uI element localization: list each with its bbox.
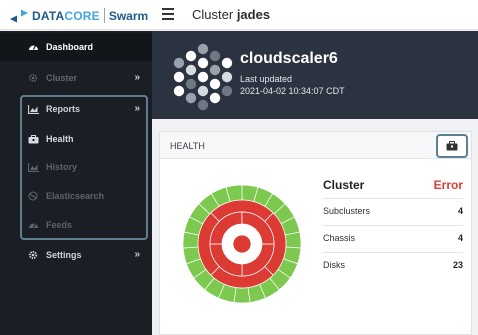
divider (323, 198, 463, 199)
cluster-node-dot (197, 85, 209, 97)
brand-name-data: DATA (32, 8, 65, 23)
page-title-cluster-name: jades (236, 7, 271, 22)
cluster-label: Cluster (323, 178, 365, 192)
cluster-node-dot (221, 71, 233, 83)
stat-label: Subclusters (323, 206, 371, 216)
sidebar-item-label: Cluster (46, 73, 78, 83)
cluster-node-dot (185, 92, 197, 104)
brand-logo[interactable]: DATA CORE Swarm (8, 7, 148, 24)
settings-gear-icon (26, 248, 40, 262)
divider (323, 252, 463, 253)
stat-row-chassis: Chassis 4 (323, 227, 463, 251)
stat-value: 23 (452, 260, 463, 270)
health-report-button[interactable] (436, 134, 468, 158)
stat-row-subclusters: Subclusters 4 (323, 200, 463, 224)
cluster-node-dot (185, 78, 197, 90)
cluster-node-dot (221, 57, 233, 69)
menu-toggle-icon[interactable] (162, 8, 174, 20)
brand-product: Swarm (108, 8, 149, 23)
last-updated-timestamp: 2021-04-02 10:34:07 CDT (240, 86, 345, 96)
stat-value: 4 (457, 233, 463, 243)
cluster-node-dot (209, 64, 221, 76)
cluster-node-dot (173, 57, 185, 69)
health-card-header: HEALTH (160, 132, 471, 159)
cluster-node-dot (197, 43, 209, 55)
sidebar-item-label: Dashboard (46, 42, 94, 52)
cluster-node-dot (173, 85, 185, 97)
cluster-core-segment[interactable] (232, 234, 252, 254)
cluster-status-header: Cluster Error (323, 178, 463, 196)
cluster-node-dot (221, 85, 233, 97)
chevron-right-icon: » (134, 72, 140, 83)
cluster-node-dot (209, 78, 221, 90)
cluster-node-dot (209, 92, 221, 104)
page-title-prefix: Cluster (192, 7, 234, 22)
cluster-gear-icon (26, 71, 40, 85)
cluster-node-dot (197, 99, 209, 111)
chevron-right-icon: » (134, 249, 140, 260)
last-updated-label: Last updated (240, 74, 293, 84)
stat-row-disks: Disks 23 (323, 254, 463, 278)
cluster-node-dot (197, 57, 209, 69)
briefcase-icon (446, 141, 458, 151)
top-header: DATA CORE Swarm Cluster jades (0, 0, 478, 30)
sidebar-item-dashboard[interactable]: Dashboard (0, 33, 152, 61)
reports-group-highlight (20, 95, 148, 240)
brand-divider (103, 8, 105, 23)
brand-name-core: CORE (64, 8, 100, 23)
stat-value: 4 (457, 206, 463, 216)
page-title: Cluster jades (192, 7, 270, 22)
stat-label: Chassis (323, 233, 356, 243)
datacore-logo-icon (10, 9, 28, 22)
disk-segment[interactable] (284, 231, 302, 249)
stat-label: Disks (323, 260, 345, 270)
disk-segment[interactable] (233, 287, 251, 304)
cluster-logo-icon (173, 43, 233, 111)
sidebar: Dashboard Cluster » Reports » Health His… (0, 31, 152, 335)
health-card-title: HEALTH (170, 141, 205, 151)
sidebar-item-label: Settings (46, 250, 82, 260)
cluster-status-badge: Error (433, 178, 463, 192)
health-card: HEALTH Cluster Error Subclusters 4 Chass… (159, 131, 472, 335)
cluster-node-dot (197, 71, 209, 83)
cluster-node-dot (185, 50, 197, 62)
divider (323, 225, 463, 226)
cluster-node-dot (185, 64, 197, 76)
health-sunburst-chart[interactable] (180, 182, 304, 306)
dashboard-gauge-icon (26, 40, 40, 54)
cluster-name: cloudscaler6 (240, 50, 338, 67)
cluster-node-dot (173, 71, 185, 83)
cluster-node-dot (209, 50, 221, 62)
sidebar-item-settings[interactable]: Settings » (0, 241, 152, 269)
sidebar-item-cluster[interactable]: Cluster » (0, 64, 152, 92)
cluster-hero: cloudscaler6 Last updated 2021-04-02 10:… (152, 31, 478, 119)
